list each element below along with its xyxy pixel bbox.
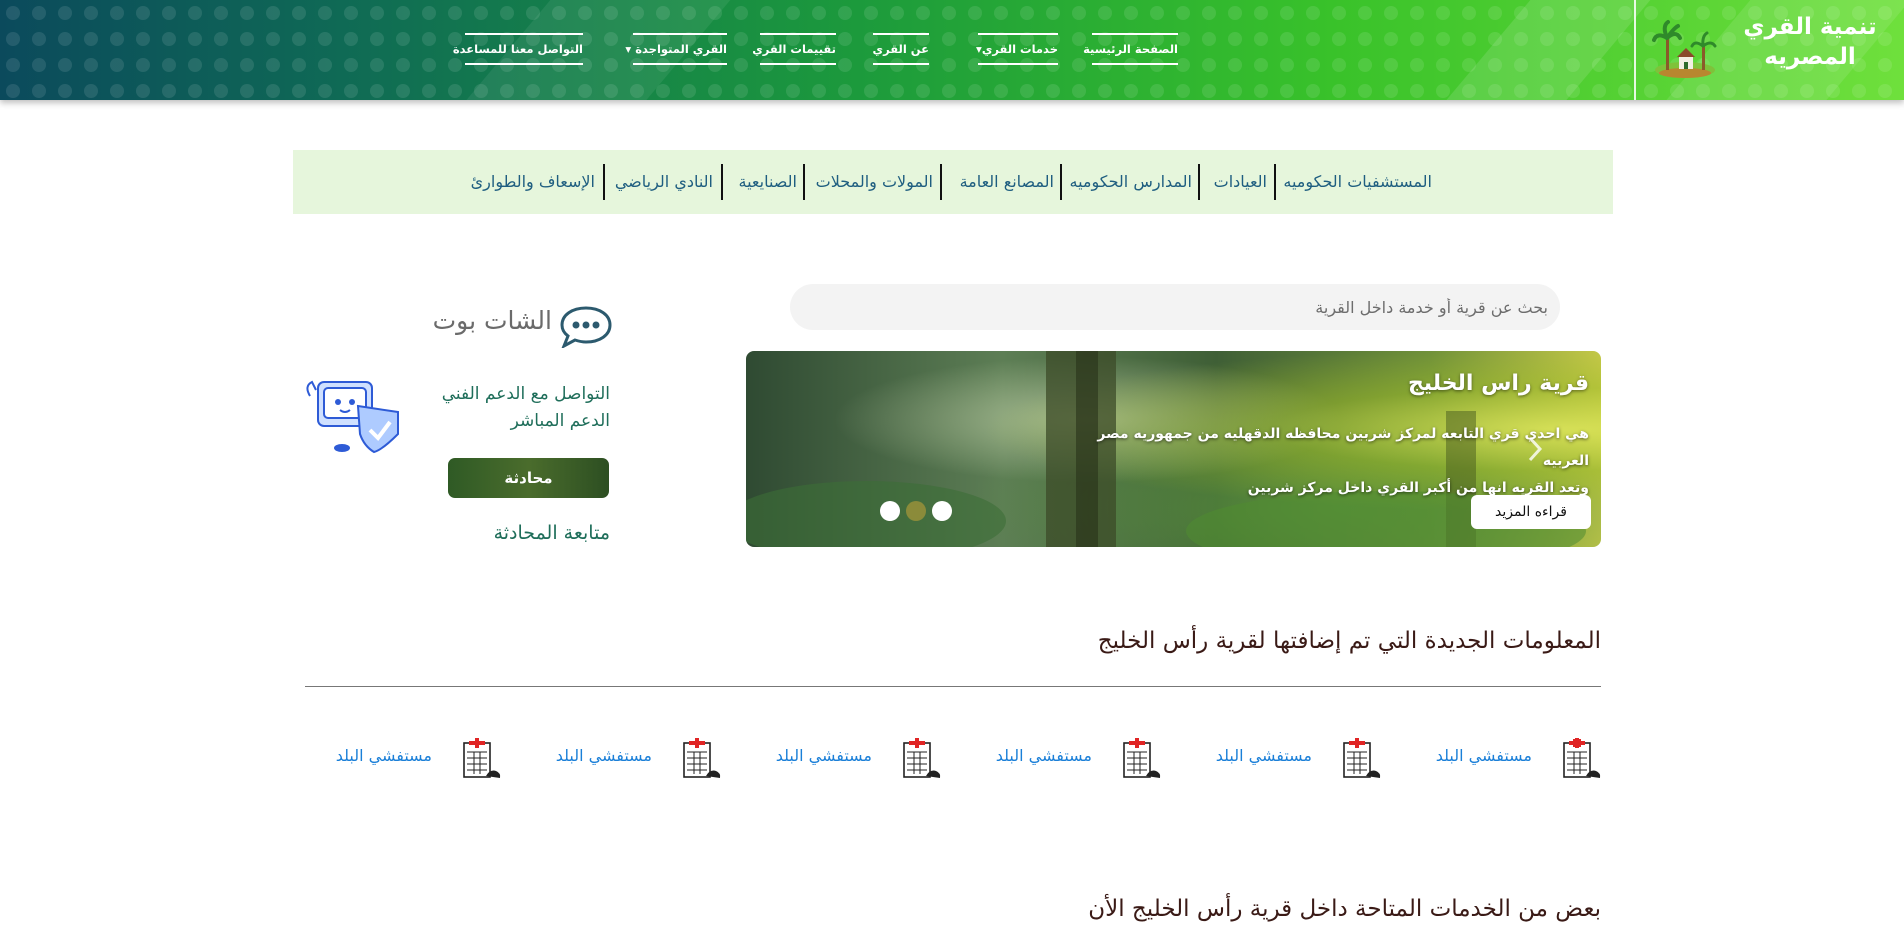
chevron-down-icon: ▾ (625, 42, 632, 56)
village-logo-icon[interactable] (1652, 18, 1718, 84)
slide-description: هي احدي قري التابعه لمركز شربين محافظه ا… (1069, 421, 1589, 502)
category-clinics[interactable]: العيادات (1205, 170, 1267, 194)
slide-description-line1: هي احدي قري التابعه لمركز شربين محافظه ا… (1097, 426, 1589, 469)
category-divider (721, 164, 723, 200)
slide-title: قرية راس الخليج (1407, 371, 1589, 396)
site-title-line2: المصريه (1764, 44, 1856, 70)
header-divider (1634, 0, 1636, 100)
site-title[interactable]: تنمية القري المصريه (1730, 12, 1890, 72)
chevron-right-icon[interactable] (1525, 435, 1545, 463)
hospital-icon (683, 738, 721, 778)
category-divider (1060, 164, 1062, 200)
category-divider (803, 164, 805, 200)
hospital-icon (1343, 738, 1381, 778)
info-item[interactable]: مستفشي البلد (512, 738, 722, 780)
site-title-line1: تنمية القري (1743, 14, 1877, 40)
category-sports-club[interactable]: النادي الرياضي (611, 170, 713, 194)
hospital-icon (1563, 738, 1601, 778)
hero-carousel: قرية راس الخليج هي احدي قري التابعه لمرك… (746, 351, 1601, 547)
nav-existing-villages[interactable]: القري المتواجدة ▾ (625, 33, 727, 65)
category-divider (1198, 164, 1200, 200)
continue-chat-link[interactable]: متابعة المحادثة (440, 522, 610, 544)
info-item-label: مستفشي البلد (995, 746, 1092, 765)
new-info-title: المعلومات الجديدة التي تم إضافتها لقرية … (1097, 628, 1601, 654)
chatbot-title: الشات بوت (432, 306, 552, 335)
info-item-label: مستفشي البلد (1435, 746, 1532, 765)
hospital-icon (903, 738, 941, 778)
category-gov-hospitals[interactable]: المستشفيات الحكوميه (1282, 170, 1432, 194)
category-gov-schools[interactable]: المدارس الحكوميه (1068, 170, 1192, 194)
category-divider (603, 164, 605, 200)
services-title: بعض من الخدمات المتاحة داخل قرية رأس الخ… (1088, 896, 1601, 922)
hospital-icon (463, 738, 501, 778)
info-item[interactable]: مستفشي البلد (292, 738, 502, 780)
category-bar: المستشفيات الحكوميه العيادات المدارس الح… (293, 150, 1613, 214)
start-chat-button[interactable]: محادثة (448, 458, 609, 498)
live-support-text: الدعم المباشر (510, 411, 610, 431)
nav-village-services-label: خدمات القري (981, 42, 1058, 56)
nav-village-services[interactable]: خدمات القري▾ (976, 33, 1058, 65)
info-item-label: مستفشي البلد (335, 746, 432, 765)
nav-existing-villages-label: القري المتواجدة (635, 42, 727, 56)
category-craftsmen[interactable]: الصنايعية (729, 170, 797, 194)
category-public-factories[interactable]: المصانع العامة (948, 170, 1054, 194)
category-divider (1274, 164, 1276, 200)
site-header: تنمية القري المصريه الصفحة الرئيسية خدما… (0, 0, 1904, 100)
nav-village-reviews[interactable]: تقييمات القري (752, 33, 836, 65)
support-robot-icon (306, 380, 399, 454)
read-more-button[interactable]: قراءه المزيد (1471, 495, 1591, 529)
carousel-dot-active[interactable] (906, 501, 926, 521)
category-divider (940, 164, 942, 200)
info-item[interactable]: مستفشي البلد (952, 738, 1162, 780)
carousel-dot[interactable] (880, 501, 900, 521)
info-item-label: مستفشي البلد (555, 746, 652, 765)
info-item-label: مستفشي البلد (775, 746, 872, 765)
tech-support-text: التواصل مع الدعم الفني (441, 384, 610, 404)
chat-bubble-icon (560, 306, 612, 348)
carousel-dot[interactable] (932, 501, 952, 521)
info-item[interactable]: مستفشي البلد (1392, 738, 1602, 780)
section-divider (305, 686, 1601, 687)
category-ambulance-emergency[interactable]: الإسعاف والطوارئ (469, 170, 595, 194)
hospital-icon (1123, 738, 1161, 778)
search-input[interactable] (790, 284, 1560, 330)
nav-home[interactable]: الصفحة الرئيسية (1083, 33, 1178, 65)
category-malls-shops[interactable]: المولات والمحلات (811, 170, 933, 194)
nav-about-villages[interactable]: عن القري (873, 33, 929, 65)
info-item[interactable]: مستفشي البلد (732, 738, 942, 780)
info-item[interactable]: مستفشي البلد (1172, 738, 1382, 780)
info-item-label: مستفشي البلد (1215, 746, 1312, 765)
nav-contact-help[interactable]: التواصل معنا للمساعدة (453, 33, 583, 65)
